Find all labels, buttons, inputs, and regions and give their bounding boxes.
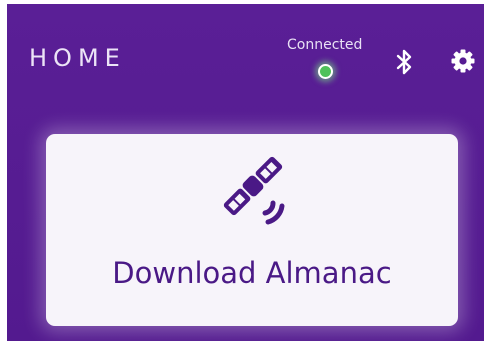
connection-status-label: Connected — [287, 37, 363, 53]
satellite-icon — [211, 146, 295, 230]
connection-status-indicator — [318, 64, 333, 79]
page-title: HOME — [29, 44, 126, 72]
app-screen: HOME Connected Download Almanac — [7, 4, 484, 341]
download-almanac-label: Download Almanac — [112, 256, 392, 290]
bluetooth-icon[interactable] — [395, 49, 415, 75]
download-almanac-button[interactable]: Download Almanac — [46, 134, 458, 326]
gear-icon[interactable] — [451, 49, 475, 73]
